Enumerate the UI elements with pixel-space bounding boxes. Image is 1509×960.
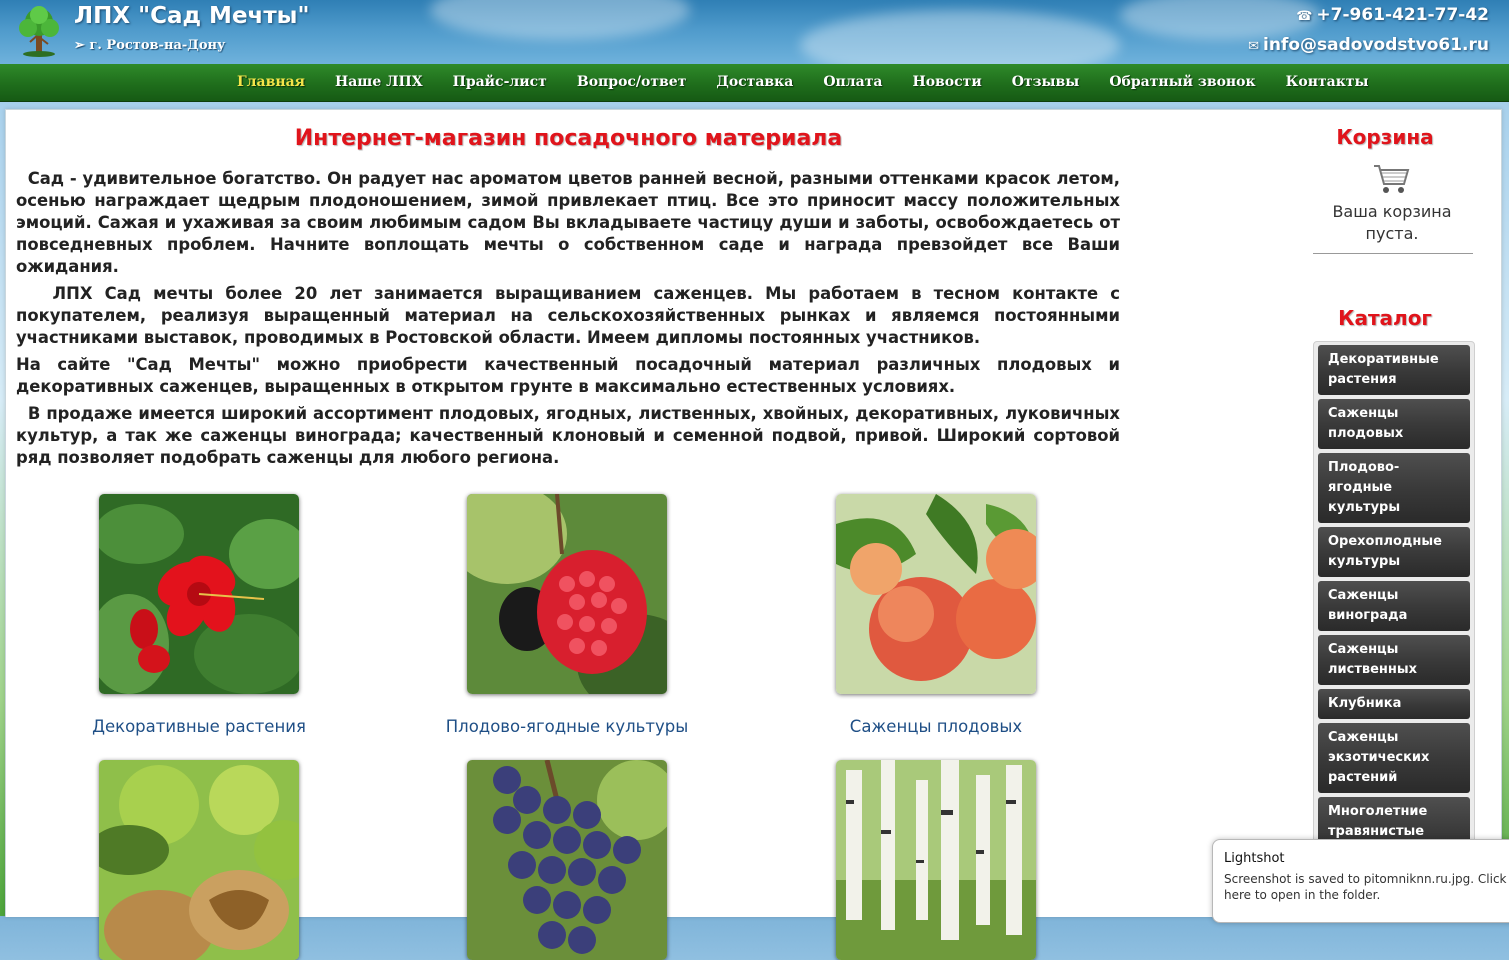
category-deciduous[interactable] — [806, 760, 1066, 960]
nav-item[interactable]: Наше ЛПХ — [320, 64, 438, 101]
walnuts-image[interactable] — [99, 760, 299, 960]
email-contact[interactable]: ✉ info@sadovodstvo61.ru — [1248, 35, 1489, 55]
category-label[interactable]: Декоративные растения — [69, 717, 329, 736]
main-panel: Интернет-магазин посадочного материала С… — [5, 109, 1502, 960]
catalog-list: Декоративные растения Саженцы плодовых Пло… — [1318, 345, 1470, 917]
nav-item[interactable]: Прайс-лист — [438, 64, 562, 101]
nav-item[interactable]: Отзывы — [997, 64, 1095, 101]
lightshot-notification[interactable]: Lightshot Screenshot is saved to pitomni… — [1212, 839, 1509, 923]
category-label[interactable]: Плодово-ягодные культуры — [437, 717, 697, 736]
intro-paragraph-2: ЛПХ Сад мечты более 20 лет занимается вы… — [16, 284, 1126, 347]
tree-logo-icon[interactable] — [12, 4, 66, 58]
main-nav: Главная Наше ЛПХ Прайс-лист Вопрос/ответ Дос… — [0, 64, 1509, 102]
category-decorative[interactable]: Декоративные растения — [69, 494, 329, 736]
raspberry-image[interactable] — [467, 494, 667, 694]
category-label[interactable]: Саженцы плодовых — [806, 717, 1066, 736]
category-nuts[interactable] — [69, 760, 329, 960]
phone-number: +7-961-421-77-42 — [1316, 5, 1489, 25]
site-name[interactable]: ЛПХ "Сад Мечты" — [74, 3, 309, 29]
birch-trees-image[interactable] — [836, 760, 1036, 960]
category-berries[interactable]: Плодово-ягодные культуры — [437, 494, 697, 736]
phone-contact[interactable]: ☎ +7-961-421-77-42 — [1296, 5, 1489, 25]
site-city: ➢ г. Ростов-на-Дону — [74, 38, 226, 53]
category-grapes[interactable] — [437, 760, 697, 960]
catalog-menu: Декоративные растения Саженцы плодовых Пло… — [1313, 341, 1475, 918]
envelope-icon: ✉ — [1248, 39, 1260, 54]
catalog-item[interactable]: Орехоплодные культуры — [1318, 527, 1470, 577]
catalog-title: Каталог — [1338, 306, 1432, 330]
nav-item[interactable]: Доставка — [701, 64, 808, 101]
nav-item[interactable]: Контакты — [1271, 64, 1384, 101]
catalog-item[interactable]: Саженцы экзотических растений — [1318, 723, 1470, 793]
cart-empty-text: Ваша корзина пуста. — [1332, 202, 1452, 243]
intro-paragraph-3: На сайте "Сад Мечты" можно приобрести ка… — [16, 355, 1120, 396]
catalog-item[interactable]: Клубника — [1318, 689, 1470, 719]
site-header: ЛПХ "Сад Мечты" ➢ г. Ростов-на-Дону ☎ +7-… — [0, 0, 1509, 64]
catalog-item[interactable]: Саженцы плодовых — [1318, 399, 1470, 449]
catalog-item[interactable]: Саженцы лиственных — [1318, 635, 1470, 685]
notification-title: Lightshot — [1224, 851, 1285, 866]
nav-item[interactable]: Главная — [222, 64, 320, 101]
category-fruit-seedlings[interactable]: Саженцы плодовых — [806, 494, 1066, 736]
nav-item[interactable]: Оплата — [808, 64, 897, 101]
catalog-item[interactable]: Саженцы винограда — [1318, 581, 1470, 631]
shopping-cart-icon[interactable] — [1370, 160, 1412, 196]
intro-paragraph-4: В продаже имеется широкий ассортимент пл… — [16, 404, 1126, 467]
grapes-image[interactable] — [467, 760, 667, 960]
cart-divider — [1313, 253, 1473, 254]
nav-items: Главная Наше ЛПХ Прайс-лист Вопрос/ответ Дос… — [222, 64, 1384, 101]
intro-paragraph-1: Сад - удивительное богатство. Он радует … — [16, 169, 1126, 276]
nav-item[interactable]: Новости — [897, 64, 996, 101]
red-hibiscus-flower-image[interactable] — [99, 494, 299, 694]
notification-body: Screenshot is saved to pitomniknn.ru.jpg… — [1224, 872, 1507, 902]
catalog-item[interactable]: Плодово-ягодные культуры — [1318, 453, 1470, 523]
catalog-item[interactable]: Декоративные растения — [1318, 345, 1470, 395]
cart-title: Корзина — [1336, 125, 1434, 149]
nav-item[interactable]: Обратный звонок — [1094, 64, 1270, 101]
phone-icon: ☎ — [1296, 9, 1313, 24]
peaches-image[interactable] — [836, 494, 1036, 694]
nav-item[interactable]: Вопрос/ответ — [562, 64, 702, 101]
page-title: Интернет-магазин посадочного материала — [294, 126, 843, 151]
intro-text: Сад - удивительное богатство. Он радует … — [16, 168, 1120, 474]
email-address: info@sadovodstvo61.ru — [1263, 35, 1489, 55]
